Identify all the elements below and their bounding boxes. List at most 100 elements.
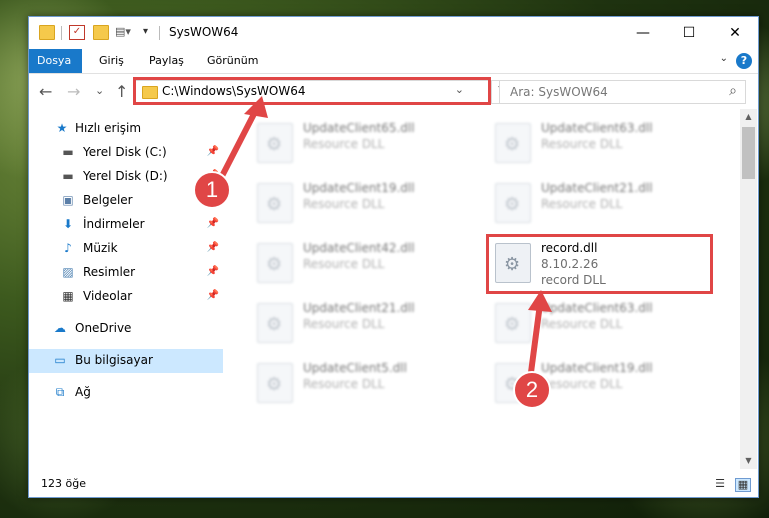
folder-icon <box>39 25 55 40</box>
file-item[interactable]: ⚙ UpdateClient63.dll Resource DLL <box>485 299 715 349</box>
file-item[interactable]: ⚙ UpdateClient5.dll Resource DLL <box>247 359 477 409</box>
sidebar-item-videos[interactable]: ▦ Videolar 📌 <box>29 285 223 309</box>
sidebar-item-label: Videolar <box>83 289 133 303</box>
view-options-icon[interactable]: ▤▾ <box>115 25 131 38</box>
file-name: UpdateClient63.dll <box>541 121 653 135</box>
file-description: Resource DLL <box>303 137 385 151</box>
file-item[interactable]: ⚙ UpdateClient19.dll Resource DLL <box>247 179 477 229</box>
pin-icon[interactable]: 📌 <box>207 290 219 301</box>
dll-file-icon: ⚙ <box>257 183 293 223</box>
sidebar-item-label: Ağ <box>75 385 91 399</box>
sidebar-item-onedrive[interactable]: ☁ OneDrive <box>29 317 223 341</box>
tab-home[interactable]: Giriş <box>89 49 134 73</box>
separator <box>61 26 62 40</box>
file-description: Resource DLL <box>303 317 385 331</box>
file-description: Resource DLL <box>541 137 623 151</box>
pin-icon[interactable]: 📌 <box>207 266 219 277</box>
tab-file[interactable]: Dosya <box>29 49 82 73</box>
expand-ribbon-icon[interactable]: ⌄ <box>720 53 728 64</box>
file-name: UpdateClient5.dll <box>303 361 407 375</box>
sidebar-item-label: Yerel Disk (C:) <box>83 145 167 159</box>
dll-file-icon: ⚙ <box>257 243 293 283</box>
details-view-icon[interactable]: ☰ <box>713 478 727 490</box>
network-icon: ⧉ <box>55 385 65 399</box>
file-item[interactable]: ⚙ UpdateClient21.dll Resource DLL <box>485 179 715 229</box>
file-description: Resource DLL <box>541 317 623 331</box>
drive-icon: ▬ <box>62 145 74 159</box>
file-name: UpdateClient63.dll <box>541 301 653 315</box>
search-input[interactable]: Ara: SysWOW64 <box>510 85 608 99</box>
forward-button[interactable]: → <box>67 82 80 101</box>
sidebar-item-downloads[interactable]: ⬇ İndirmeler 📌 <box>29 213 223 237</box>
search-icon[interactable]: ⌕ <box>729 83 737 99</box>
address-bar-highlight <box>133 77 491 105</box>
scroll-up-button[interactable]: ▲ <box>740 109 757 125</box>
separator <box>159 26 160 40</box>
sidebar-item-network[interactable]: ⧉ Ağ <box>29 381 223 405</box>
tab-view[interactable]: Görünüm <box>197 49 268 73</box>
file-name: UpdateClient19.dll <box>303 181 415 195</box>
scrollbar-thumb[interactable] <box>742 127 755 179</box>
file-name: UpdateClient42.dll <box>303 241 415 255</box>
tab-share[interactable]: Paylaş <box>139 49 194 73</box>
pin-icon[interactable]: 📌 <box>207 146 219 157</box>
star-icon: ★ <box>56 121 68 135</box>
minimize-button[interactable]: — <box>620 17 666 49</box>
file-description: Resource DLL <box>303 257 385 271</box>
record-dll-highlight <box>486 234 713 294</box>
recent-locations-button[interactable]: ⌄ <box>95 84 104 97</box>
title-bar: ✓ ▤▾ ▾ SysWOW64 — ☐ ✕ <box>29 17 758 49</box>
dll-file-icon: ⚙ <box>495 183 531 223</box>
sidebar-item-label: İndirmeler <box>83 217 145 231</box>
back-button[interactable]: ← <box>39 82 52 101</box>
sidebar-item-label: OneDrive <box>75 321 132 335</box>
navigation-pane: ★ Hızlı erişim ▬ Yerel Disk (C:) 📌 ▬ Yer… <box>29 109 223 469</box>
video-icon: ▦ <box>62 289 74 303</box>
customize-toolbar-icon[interactable]: ▾ <box>143 25 157 38</box>
help-button[interactable]: ? <box>736 53 752 69</box>
sidebar-item-label: Müzik <box>83 241 118 255</box>
pin-icon[interactable]: 📌 <box>207 242 219 253</box>
properties-icon[interactable]: ✓ <box>69 25 85 40</box>
file-description: Resource DLL <box>303 377 385 391</box>
maximize-button[interactable]: ☐ <box>666 17 712 49</box>
file-item[interactable]: ⚙ UpdateClient21.dll Resource DLL <box>247 299 477 349</box>
file-name: UpdateClient65.dll <box>303 121 415 135</box>
documents-icon: ▣ <box>62 193 74 207</box>
window-title: SysWOW64 <box>169 25 239 39</box>
up-button[interactable]: ↑ <box>115 82 128 101</box>
vertical-scrollbar[interactable]: ▲ ▼ <box>740 109 757 469</box>
file-description: Resource DLL <box>541 377 623 391</box>
scroll-down-button[interactable]: ▼ <box>740 453 757 469</box>
search-box[interactable]: Ara: SysWOW64 ⌕ <box>499 80 746 104</box>
dll-file-icon: ⚙ <box>257 363 293 403</box>
new-folder-icon[interactable] <box>93 25 109 40</box>
sidebar-item-label: Bu bilgisayar <box>75 353 153 367</box>
dll-file-icon: ⚙ <box>257 123 293 163</box>
dll-file-icon: ⚙ <box>495 123 531 163</box>
sidebar-item-label: Yerel Disk (D:) <box>83 169 168 183</box>
cloud-icon: ☁ <box>54 321 66 335</box>
status-bar: 123 öğe ☰ ▦ <box>29 473 758 497</box>
download-icon: ⬇ <box>62 217 74 231</box>
dll-file-icon: ⚙ <box>495 303 531 343</box>
sidebar-item-local-disk-c[interactable]: ▬ Yerel Disk (C:) 📌 <box>29 141 223 165</box>
file-name: UpdateClient21.dll <box>303 301 415 315</box>
sidebar-item-quick-access[interactable]: ★ Hızlı erişim <box>29 117 223 141</box>
file-item[interactable]: ⚙ UpdateClient42.dll Resource DLL <box>247 239 477 289</box>
sidebar-item-label: Hızlı erişim <box>75 121 142 135</box>
pin-icon[interactable]: 📌 <box>207 218 219 229</box>
sidebar-item-music[interactable]: ♪ Müzik 📌 <box>29 237 223 261</box>
file-item[interactable]: ⚙ UpdateClient65.dll Resource DLL <box>247 119 477 169</box>
close-button[interactable]: ✕ <box>712 17 758 49</box>
file-item[interactable]: ⚙ UpdateClient63.dll Resource DLL <box>485 119 715 169</box>
item-count: 123 öğe <box>41 477 86 490</box>
tiles-view-icon[interactable]: ▦ <box>735 478 751 492</box>
file-name: UpdateClient21.dll <box>541 181 653 195</box>
callout-1: 1 <box>193 171 231 209</box>
sidebar-item-this-pc[interactable]: ▭ Bu bilgisayar <box>29 349 223 373</box>
file-name: UpdateClient19.dll <box>541 361 653 375</box>
sidebar-item-label: Belgeler <box>83 193 133 207</box>
pictures-icon: ▨ <box>62 265 74 279</box>
sidebar-item-pictures[interactable]: ▨ Resimler 📌 <box>29 261 223 285</box>
